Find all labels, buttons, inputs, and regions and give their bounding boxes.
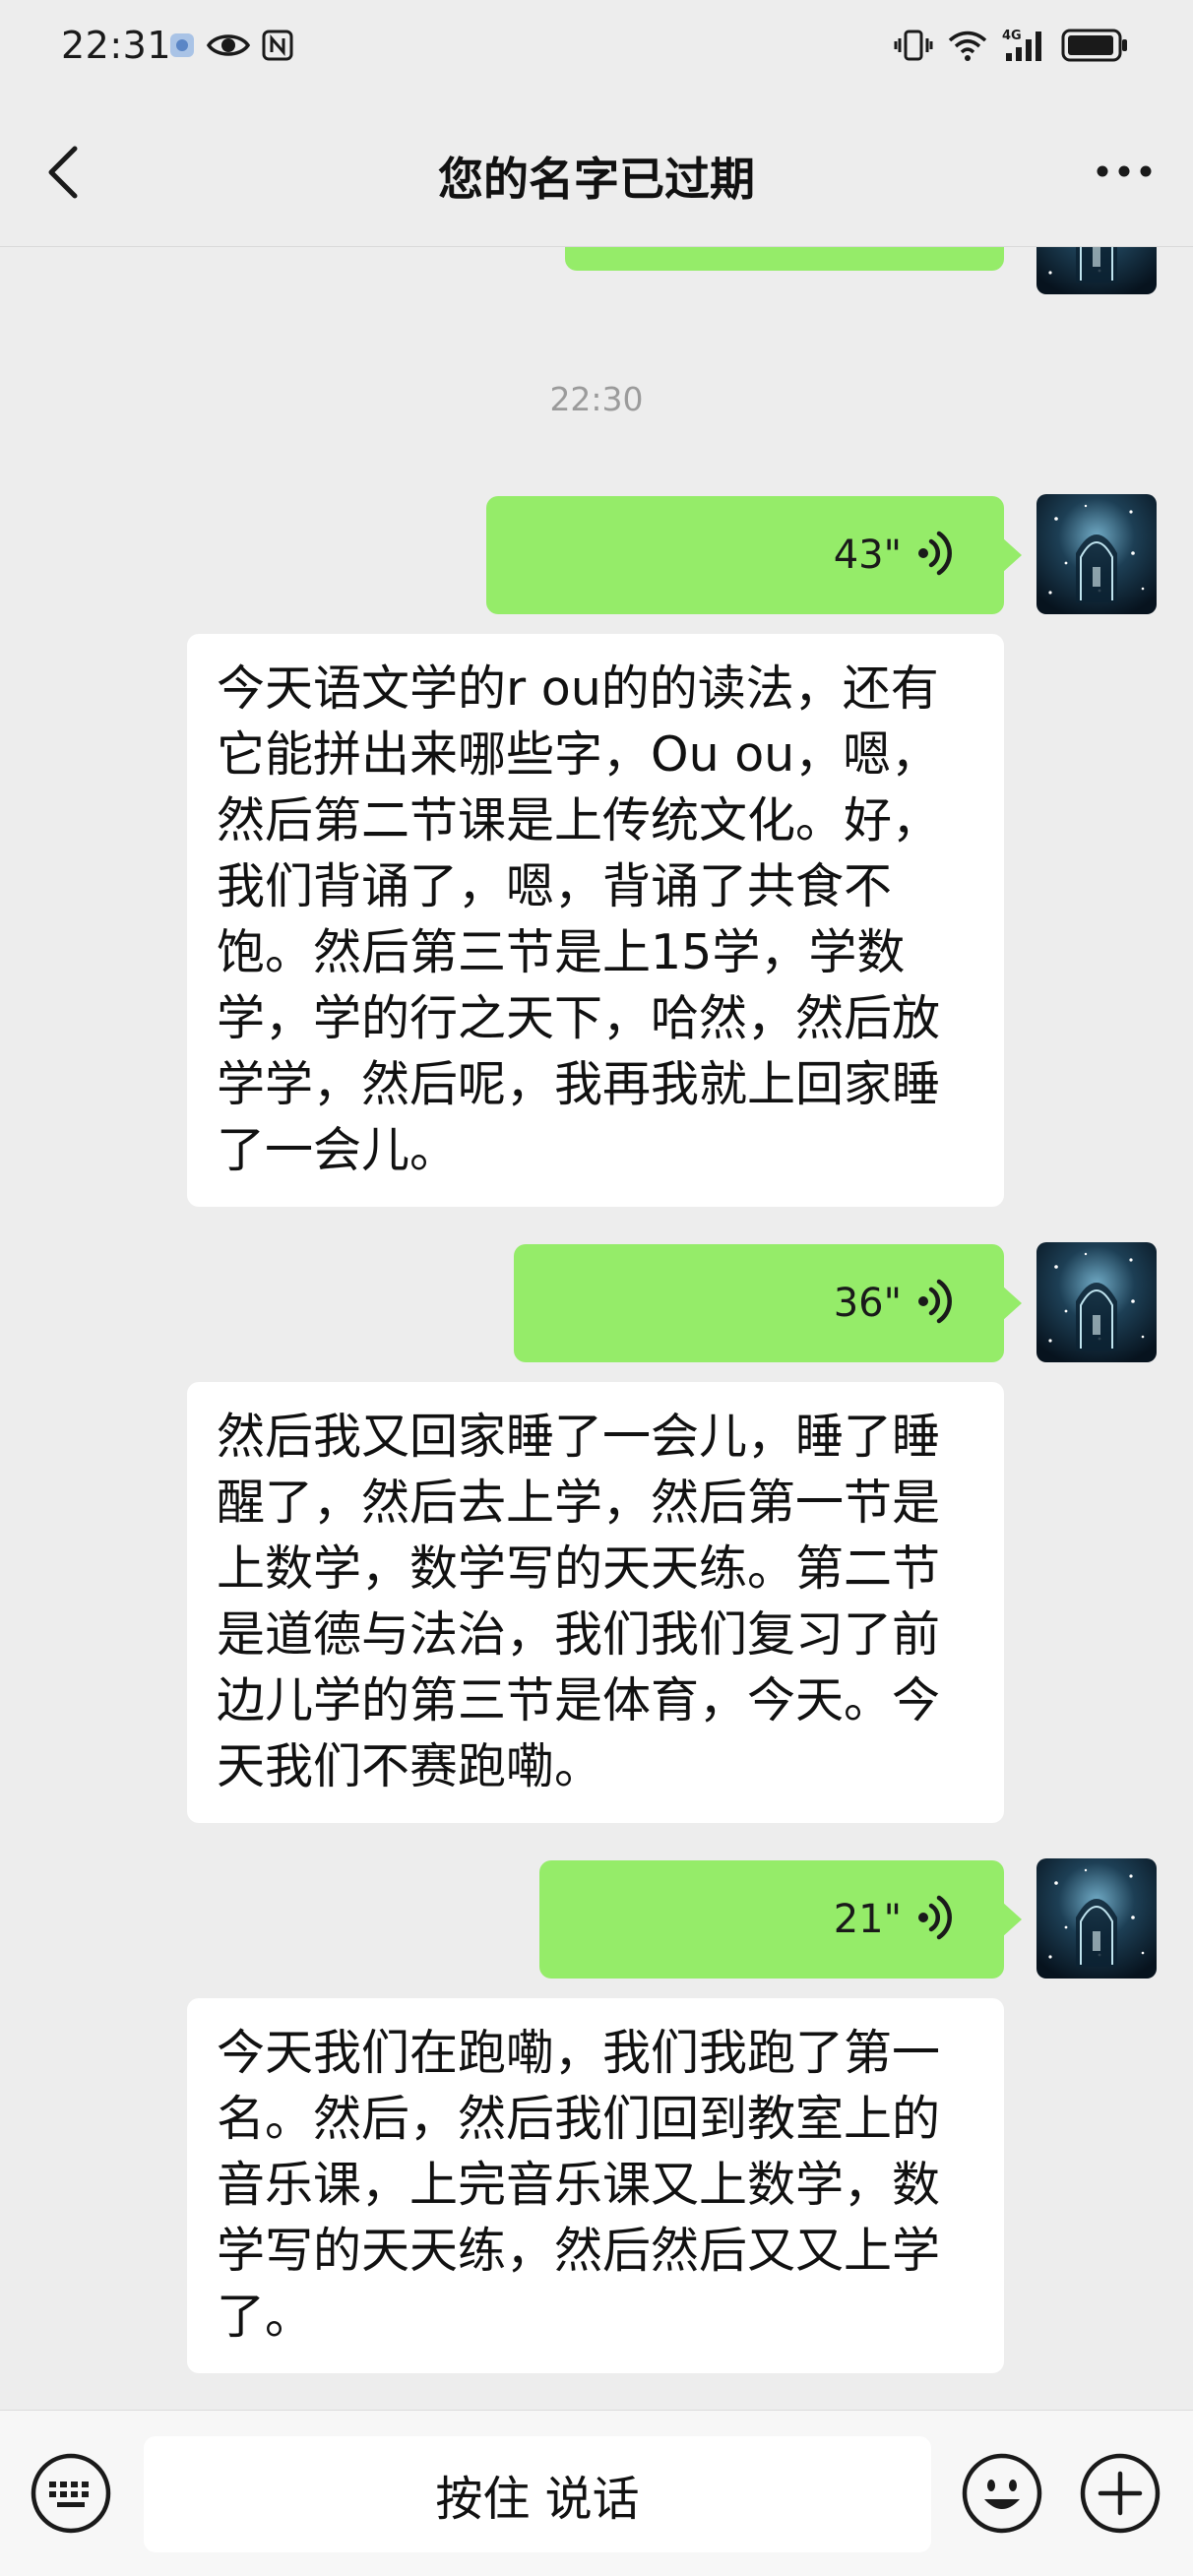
- voice-duration: 36": [833, 1281, 902, 1326]
- voice-transcript-bubble: 今天我们在跑嘞，我们我跑了第一名。然后，然后我们回到教室上的音乐课，上完音乐课又…: [187, 1998, 1004, 2373]
- network-label: 4G: [1002, 29, 1022, 43]
- chat-header: 您的名字已过期: [0, 98, 1193, 247]
- chat-title: 您的名字已过期: [438, 153, 755, 206]
- avatar[interactable]: [1036, 246, 1157, 294]
- voice-message-bubble[interactable]: 36": [514, 1244, 1022, 1362]
- voice-message-bubble[interactable]: 43": [486, 496, 1022, 614]
- nfc-icon: [262, 30, 293, 65]
- voice-duration: 21": [833, 1897, 902, 1942]
- status-time: 22:31: [61, 24, 172, 67]
- plus-icon: [1080, 2453, 1161, 2534]
- status-bar: 22:31 4G: [0, 0, 1193, 98]
- chat-message-list[interactable]: 22:30 43" 今天语文学的r ou的的读法，还有它能拼出来哪些字，Ou o…: [0, 246, 1193, 2412]
- notification-dot-icon: [169, 32, 195, 62]
- keyboard-toggle-button[interactable]: [30, 2452, 112, 2535]
- voice-transcript-bubble: 然后我又回家睡了一会儿，睡了睡醒了，然后去上学，然后第一节是上数学，数学写的天天…: [187, 1382, 1004, 1823]
- status-icons-right: 4G: [894, 28, 1130, 67]
- avatar[interactable]: [1036, 1242, 1157, 1362]
- voice-message-bubble[interactable]: 21": [539, 1860, 1022, 1979]
- voice-wave-icon: [917, 530, 953, 581]
- emoji-icon: [962, 2453, 1042, 2534]
- keyboard-icon: [31, 2453, 111, 2534]
- battery-icon: [1061, 28, 1130, 67]
- avatar[interactable]: [1036, 494, 1157, 614]
- voice-transcript-bubble: 今天语文学的r ou的的读法，还有它能拼出来哪些字，Ou ou，嗯，然后第二节课…: [187, 634, 1004, 1207]
- avatar[interactable]: [1036, 1858, 1157, 1979]
- wifi-icon: [947, 29, 988, 66]
- input-bar: 按住 说话: [0, 2410, 1193, 2576]
- hold-to-talk-button[interactable]: 按住 说话: [144, 2436, 931, 2552]
- message-timestamp: 22:30: [549, 380, 644, 418]
- more-options-button[interactable]: [1087, 142, 1162, 201]
- more-dots-icon: [1097, 165, 1152, 177]
- vibrate-icon: [894, 29, 933, 66]
- voice-message-bubble[interactable]: [565, 246, 1004, 271]
- status-icons-left: [169, 30, 293, 65]
- voice-duration: 43": [833, 533, 902, 578]
- emoji-button[interactable]: [961, 2452, 1043, 2535]
- eye-icon: [206, 31, 251, 64]
- signal-4g-icon: 4G: [1002, 28, 1047, 67]
- voice-wave-icon: [917, 1278, 953, 1329]
- more-functions-button[interactable]: [1079, 2452, 1162, 2535]
- voice-wave-icon: [917, 1894, 953, 1945]
